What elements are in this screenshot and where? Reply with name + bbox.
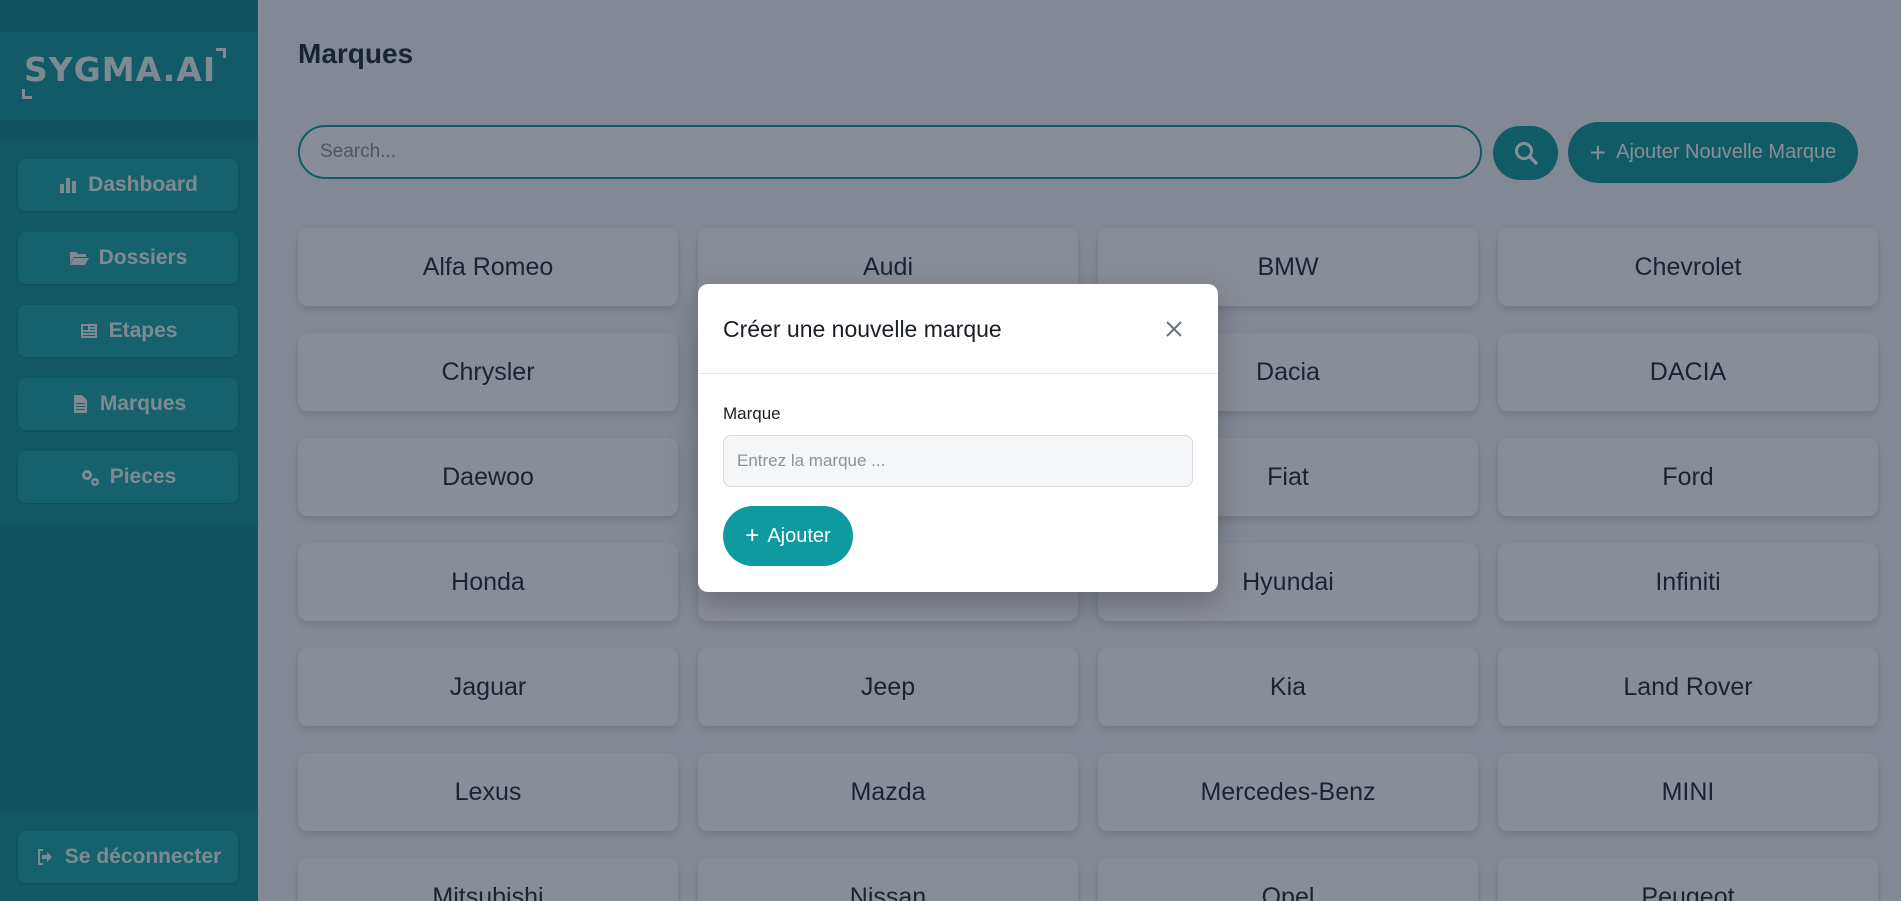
plus-icon: +: [745, 522, 760, 549]
add-button-label: Ajouter: [767, 524, 831, 547]
brand-name-input[interactable]: [723, 435, 1193, 487]
close-icon: [1166, 321, 1182, 337]
add-button[interactable]: + Ajouter: [723, 506, 853, 566]
close-button[interactable]: [1161, 316, 1187, 342]
modal-title: Créer une nouvelle marque: [723, 316, 1002, 342]
create-brand-modal: Créer une nouvelle marque Marque + Ajout…: [698, 284, 1218, 592]
modal-header: Créer une nouvelle marque: [698, 284, 1218, 374]
brand-field-label: Marque: [723, 404, 781, 423]
